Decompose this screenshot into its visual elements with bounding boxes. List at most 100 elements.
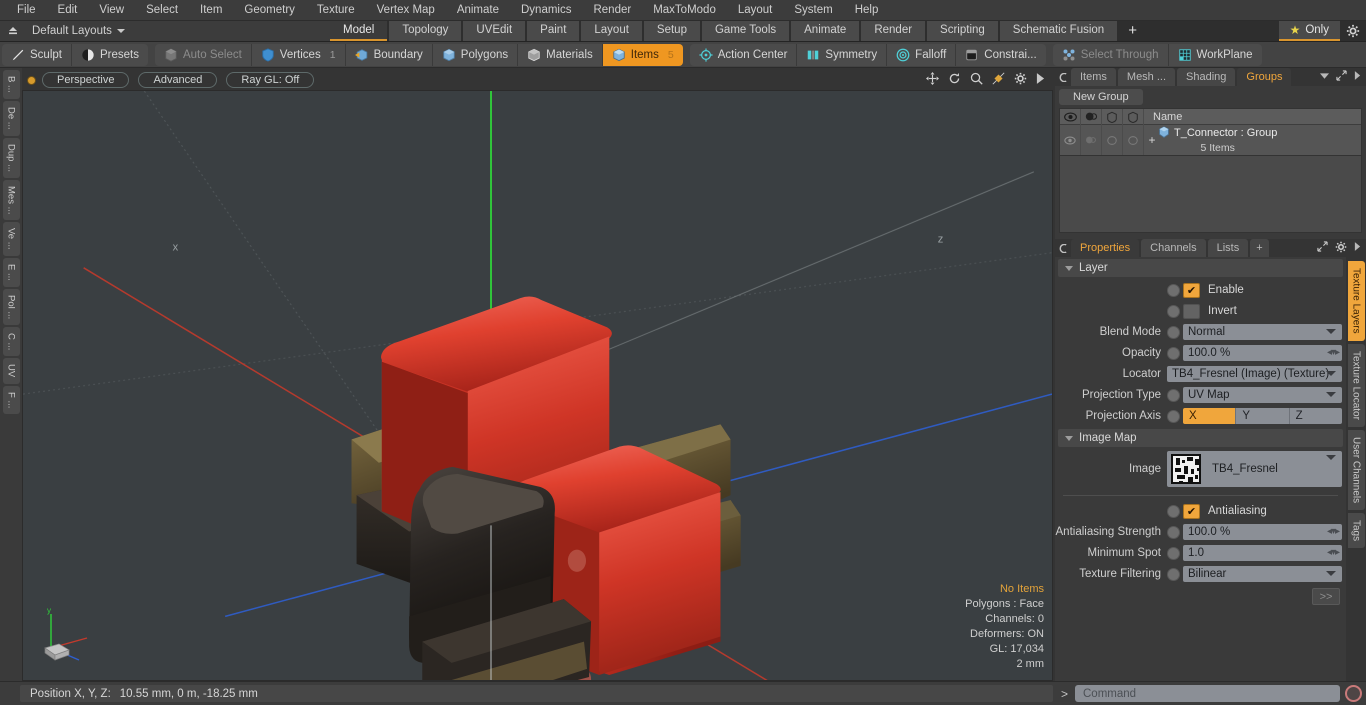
symmetry-button[interactable]: Symmetry: [797, 43, 888, 66]
panel-tab-shading[interactable]: Shading: [1177, 68, 1236, 86]
render-icon[interactable]: [1081, 108, 1102, 125]
left-tab-uv[interactable]: UV: [2, 358, 20, 384]
tab-scripting[interactable]: Scripting: [927, 21, 998, 41]
left-tab-fusion[interactable]: F ...: [2, 385, 20, 414]
tab-model[interactable]: Model: [330, 21, 388, 41]
tab-render[interactable]: Render: [861, 21, 926, 41]
tab-add-properties[interactable]: +: [1250, 239, 1269, 257]
menu-dynamics[interactable]: Dynamics: [510, 0, 582, 21]
record-icon[interactable]: [1345, 685, 1362, 702]
tab-properties[interactable]: Properties: [1071, 239, 1140, 257]
properties-menu-icon[interactable]: [1055, 239, 1071, 257]
menu-layout[interactable]: Layout: [727, 0, 784, 21]
3d-viewport[interactable]: z x y No Items Polygons: Face Channels:…: [22, 90, 1053, 681]
menu-view[interactable]: View: [88, 0, 135, 21]
aa-strength-input[interactable]: 100.0 % ◂▾▸: [1183, 524, 1342, 540]
opacity-input[interactable]: 100.0 % ◂▾▸: [1183, 345, 1342, 361]
gear-icon[interactable]: [1014, 72, 1027, 88]
axis-option-y[interactable]: Y: [1236, 408, 1290, 424]
section-image-map-header[interactable]: Image Map: [1058, 429, 1343, 447]
constraint-button[interactable]: Constrai...: [956, 44, 1045, 66]
menu-system[interactable]: System: [783, 0, 843, 21]
minimum-spot-input[interactable]: 1.0 ◂▾▸: [1183, 545, 1342, 561]
eye-icon[interactable]: [1060, 108, 1081, 125]
view-type-button[interactable]: Perspective: [42, 72, 130, 88]
left-tab-curve[interactable]: C ...: [2, 326, 20, 357]
tab-layout[interactable]: Layout: [581, 21, 642, 41]
expand-icon[interactable]: [1336, 70, 1347, 84]
spinner-icon[interactable]: ◂▾▸: [1327, 547, 1340, 558]
menu-render[interactable]: Render: [582, 0, 642, 21]
group-list-empty-area[interactable]: [1059, 156, 1362, 233]
menu-maxtomodo[interactable]: MaxToModo: [642, 0, 727, 21]
spinner-icon[interactable]: ◂▾▸: [1327, 526, 1340, 537]
boundary-button[interactable]: Boundary: [346, 43, 433, 66]
projection-axis-knob[interactable]: [1167, 409, 1180, 423]
action-center-button[interactable]: Action Center: [690, 43, 798, 66]
workplane-button[interactable]: WorkPlane: [1169, 44, 1262, 66]
auto-select-button[interactable]: Auto Select: [155, 43, 252, 66]
tab-channels[interactable]: Channels: [1141, 239, 1206, 257]
gear-icon[interactable]: [1335, 241, 1347, 256]
play-icon[interactable]: [1036, 73, 1045, 87]
locator-dropdown[interactable]: TB4_Fresnel (Image) (Texture): [1167, 366, 1342, 382]
aa-strength-knob[interactable]: [1167, 525, 1180, 539]
more-options-button[interactable]: >>: [1312, 588, 1340, 605]
menu-vertex-map[interactable]: Vertex Map: [366, 0, 446, 21]
antialiasing-checkbox[interactable]: ✔: [1183, 503, 1200, 519]
invert-checkbox[interactable]: ✔: [1183, 303, 1200, 319]
texture-filtering-dropdown[interactable]: Bilinear: [1183, 566, 1342, 582]
enable-checkbox[interactable]: ✔: [1183, 282, 1200, 298]
tabbar-gear-icon[interactable]: [1340, 21, 1366, 41]
menu-edit[interactable]: Edit: [47, 0, 89, 21]
falloff-button[interactable]: Falloff: [887, 43, 957, 66]
tab-schematic-fusion[interactable]: Schematic Fusion: [999, 21, 1118, 41]
chevron-down-icon[interactable]: [116, 29, 125, 33]
tab-game-tools[interactable]: Game Tools: [701, 21, 790, 41]
invert-knob[interactable]: [1167, 304, 1180, 318]
zoom-icon[interactable]: [970, 72, 983, 88]
blend-mode-dropdown[interactable]: Normal: [1183, 324, 1342, 340]
projection-type-dropdown[interactable]: UV Map: [1183, 387, 1342, 403]
tab-setup[interactable]: Setup: [643, 21, 700, 41]
tab-animate[interactable]: Animate: [791, 21, 860, 41]
select-through-button[interactable]: Select Through: [1053, 43, 1169, 66]
menu-texture[interactable]: Texture: [306, 0, 366, 21]
menu-file[interactable]: File: [6, 0, 47, 21]
antialiasing-knob[interactable]: [1167, 504, 1180, 518]
shading-style-button[interactable]: Advanced: [138, 72, 218, 88]
left-tab-basic[interactable]: B ...: [2, 70, 20, 99]
section-layer-header[interactable]: Layer: [1058, 259, 1343, 277]
row-select-icon[interactable]: [1123, 125, 1144, 155]
menu-help[interactable]: Help: [844, 0, 890, 21]
collapse-up-icon[interactable]: [4, 22, 22, 40]
row-expander[interactable]: +: [1146, 133, 1158, 147]
left-tab-duplicate[interactable]: Dup ...: [2, 137, 20, 178]
side-tab-texture-locator[interactable]: Texture Locator: [1347, 343, 1365, 427]
fit-icon[interactable]: [992, 72, 1005, 88]
command-input[interactable]: Command: [1075, 685, 1340, 702]
tab-uvedit[interactable]: UVEdit: [463, 21, 526, 41]
menu-geometry[interactable]: Geometry: [233, 0, 306, 21]
play-icon[interactable]: [1354, 242, 1361, 254]
vertices-button[interactable]: Vertices 1: [252, 43, 346, 66]
panel-tab-items[interactable]: Items: [1071, 68, 1116, 86]
side-tab-tags[interactable]: Tags: [1347, 512, 1365, 548]
materials-button[interactable]: Materials: [518, 43, 603, 66]
move-icon[interactable]: [926, 72, 939, 88]
rotate-icon[interactable]: [948, 72, 961, 88]
expand-icon[interactable]: [1317, 241, 1328, 255]
panel-tab-mesh[interactable]: Mesh ...: [1117, 68, 1176, 86]
enable-knob[interactable]: [1167, 283, 1180, 297]
items-button[interactable]: Items 5: [602, 43, 683, 66]
spinner-icon[interactable]: ◂▾▸: [1327, 347, 1340, 358]
select-icon[interactable]: [1123, 108, 1144, 125]
polygons-button[interactable]: Polygons: [433, 43, 519, 66]
blend-mode-knob[interactable]: [1167, 325, 1180, 339]
table-row[interactable]: + T_Connector : Group 5 Items: [1060, 125, 1361, 155]
row-render-icon[interactable]: [1081, 125, 1102, 155]
row-lock-icon[interactable]: [1102, 125, 1123, 155]
sculpt-button[interactable]: Sculpt: [2, 43, 72, 66]
menu-animate[interactable]: Animate: [446, 0, 510, 21]
texture-filtering-knob[interactable]: [1167, 567, 1180, 581]
